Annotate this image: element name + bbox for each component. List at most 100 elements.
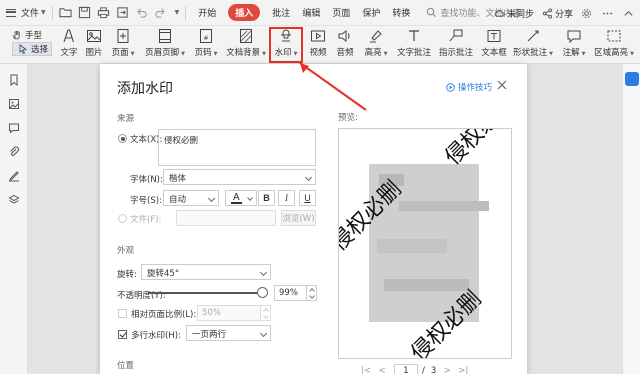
size-label: 字号(S): (130, 196, 162, 206)
signature-icon[interactable] (8, 170, 20, 182)
ribbon-video-button[interactable]: 视频 (308, 26, 328, 64)
ribbon-highlight-button[interactable]: 高亮 ▼ (362, 26, 390, 64)
source-section-label: 来源 (117, 114, 135, 124)
ribbon-image-button[interactable]: 图片 (84, 26, 104, 64)
chevron-down-icon (247, 195, 253, 201)
share-button[interactable]: 分享 (542, 7, 573, 20)
ribbon-page-number-button[interactable]: # 页码 ▼ (192, 26, 220, 64)
more-icon[interactable] (602, 8, 615, 19)
prev-page-icon[interactable]: < (377, 366, 387, 374)
ribbon-shape-comment-button[interactable]: 形状批注 ▼ (513, 26, 553, 64)
page-number-input[interactable]: 1 (394, 364, 418, 374)
tab-comment[interactable]: 批注 (272, 6, 290, 19)
export-icon[interactable] (116, 6, 129, 19)
tab-page[interactable]: 页面 (332, 6, 350, 19)
watermark-text-input[interactable]: 侵权必删 (158, 129, 316, 166)
chevron-down-icon (259, 329, 268, 338)
hand-mode-button[interactable]: 手型 (12, 28, 42, 42)
chevron-down-icon (259, 268, 268, 277)
text-radio[interactable] (118, 134, 127, 143)
ribbon-text-button[interactable]: 文字 (59, 26, 79, 64)
relative-scale-stepper[interactable] (261, 305, 271, 321)
share-label: 分享 (554, 9, 573, 20)
play-circle-icon (446, 82, 455, 92)
save-icon[interactable] (78, 6, 91, 19)
multiline-select[interactable]: 一页两行 (186, 325, 271, 341)
relative-scale-checkbox[interactable] (118, 309, 127, 318)
ribbon-page-button[interactable]: 页面 ▼ (109, 26, 137, 64)
select-mode-button[interactable]: 选择 (12, 42, 53, 56)
underline-button[interactable]: U (299, 190, 316, 206)
opacity-slider-handle[interactable] (257, 287, 268, 298)
appearance-section-label: 外观 (117, 246, 135, 256)
help-link[interactable]: 操作技巧 (446, 81, 492, 93)
first-page-icon[interactable]: |< (361, 366, 371, 374)
ribbon-background-button[interactable]: 文档背景 ▼ (226, 26, 266, 64)
print-icon[interactable] (97, 6, 110, 19)
chevron-down-icon: ▼ (41, 9, 46, 16)
close-icon[interactable] (496, 79, 508, 91)
size-select[interactable]: 自动 (163, 190, 219, 206)
bold-button[interactable]: B (258, 190, 275, 206)
pointer-comment-icon (448, 28, 464, 44)
opacity-label: 不透明度(Y): (117, 291, 166, 301)
chevron-up-icon[interactable] (623, 8, 636, 19)
annotation-icon (566, 28, 582, 44)
opacity-slider-track[interactable] (148, 292, 263, 294)
opacity-input[interactable]: 99% (274, 285, 307, 301)
file-menu[interactable]: 文件 ▼ (0, 0, 46, 26)
left-sidebar (0, 64, 28, 374)
chevron-down-icon[interactable]: ▼ (175, 9, 180, 16)
highlighter-icon (368, 28, 384, 44)
relative-scale-label: 相对页面比例(L): (131, 310, 197, 320)
attachment-icon[interactable] (8, 146, 20, 158)
settings-icon[interactable] (581, 8, 594, 19)
opacity-stepper[interactable] (307, 285, 317, 301)
panel-toggle-button[interactable] (625, 72, 639, 86)
comment-icon[interactable] (8, 122, 20, 134)
tab-protect[interactable]: 保护 (362, 6, 380, 19)
divider (185, 5, 187, 20)
page-number-icon: # (198, 28, 214, 44)
bookmark-icon[interactable] (8, 74, 20, 87)
ribbon-textbox-button[interactable]: 文本框 (481, 26, 507, 64)
tab-edit[interactable]: 编辑 (302, 6, 320, 19)
ribbon-header-footer-button[interactable]: 页眉页脚 ▼ (145, 26, 185, 64)
browse-button[interactable]: 浏览(W) (281, 210, 316, 226)
ribbon-text-comment-button[interactable]: 文字批注 (397, 26, 431, 64)
rotate-select[interactable]: 旋转45° (141, 264, 271, 280)
font-select[interactable]: 楷体 (163, 169, 316, 185)
file-menu-label: 文件 (21, 9, 40, 19)
italic-button[interactable]: I (278, 190, 295, 206)
next-page-icon[interactable]: > (442, 366, 452, 374)
folder-icon[interactable] (59, 6, 72, 19)
file-radio[interactable] (118, 214, 127, 223)
sync-status[interactable]: 未同步 (494, 7, 534, 20)
dialog-title: 添加水印 (117, 81, 173, 97)
ribbon-area-highlight-button[interactable]: 区域高亮 ▼ (594, 26, 634, 64)
relative-scale-input[interactable]: 50% (197, 305, 261, 321)
text-icon (61, 28, 77, 44)
tab-insert[interactable]: 插入 (228, 4, 261, 21)
tab-convert[interactable]: 转换 (392, 6, 410, 19)
help-link-label: 操作技巧 (458, 83, 493, 93)
chevron-down-icon (207, 194, 216, 203)
redo-icon[interactable] (154, 6, 167, 19)
sync-label: 未同步 (506, 9, 534, 20)
tab-start[interactable]: 开始 (198, 6, 216, 19)
thumbnail-icon[interactable] (8, 98, 20, 110)
page-total: 3 (430, 366, 437, 374)
right-panel (622, 64, 640, 374)
ribbon-audio-button[interactable]: 音频 (335, 26, 355, 64)
file-path-input[interactable] (176, 210, 276, 226)
font-color-picker[interactable]: A (225, 190, 257, 206)
ribbon-annotation-button[interactable]: 注解 ▼ (561, 26, 587, 64)
layers-icon[interactable] (8, 194, 20, 206)
text-comment-icon (406, 28, 422, 44)
shape-icon (525, 28, 541, 44)
background-icon (238, 28, 254, 44)
undo-icon[interactable] (135, 6, 148, 19)
multiline-checkbox[interactable] (118, 330, 127, 339)
last-page-icon[interactable]: >| (458, 366, 468, 374)
ribbon-pointer-comment-button[interactable]: 指示批注 (439, 26, 473, 64)
